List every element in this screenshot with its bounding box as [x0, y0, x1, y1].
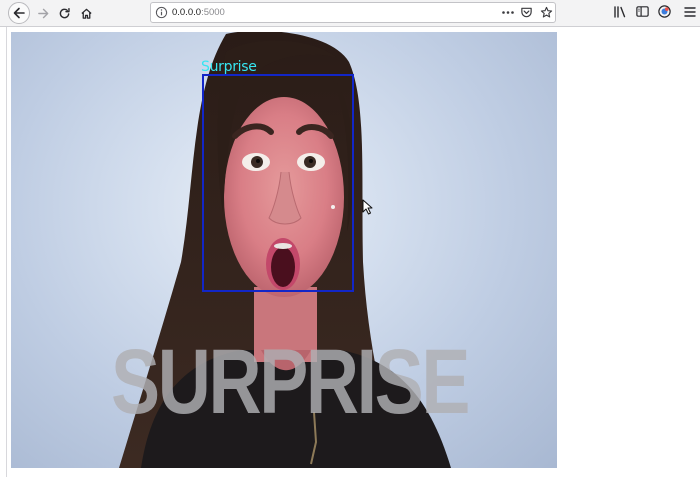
hamburger-menu-icon[interactable]	[683, 4, 697, 20]
home-button[interactable]	[76, 3, 96, 23]
pocket-icon[interactable]	[520, 6, 533, 19]
account-icon[interactable]	[657, 4, 672, 19]
back-arrow-icon	[13, 7, 25, 19]
emotion-label: Surprise	[201, 59, 257, 75]
video-caption-text: SURPRISE	[111, 331, 470, 433]
url-host: 0.0.0.0	[172, 7, 202, 18]
reload-icon	[59, 7, 70, 18]
library-icon[interactable]	[612, 4, 628, 20]
reload-button[interactable]	[54, 3, 74, 23]
more-dots-icon[interactable]	[501, 6, 515, 19]
url-port: :5000	[201, 7, 225, 18]
url-text[interactable]: 0.0.0.0:5000	[172, 6, 225, 19]
browser-toolbar: 0.0.0.0:5000	[0, 0, 700, 27]
mouse-cursor-icon	[362, 199, 373, 215]
info-icon[interactable]	[155, 6, 168, 19]
address-bar[interactable]: 0.0.0.0:5000	[150, 2, 556, 23]
face-bounding-box	[202, 74, 354, 292]
sidebar-icon[interactable]	[635, 4, 650, 19]
page-left-edge	[6, 27, 7, 477]
back-button[interactable]	[8, 2, 30, 24]
forward-arrow-icon	[37, 8, 48, 18]
video-stream: Surprise SURPRISE	[11, 32, 557, 468]
star-icon[interactable]	[540, 6, 553, 19]
forward-button[interactable]	[33, 3, 53, 23]
home-icon	[80, 8, 92, 19]
